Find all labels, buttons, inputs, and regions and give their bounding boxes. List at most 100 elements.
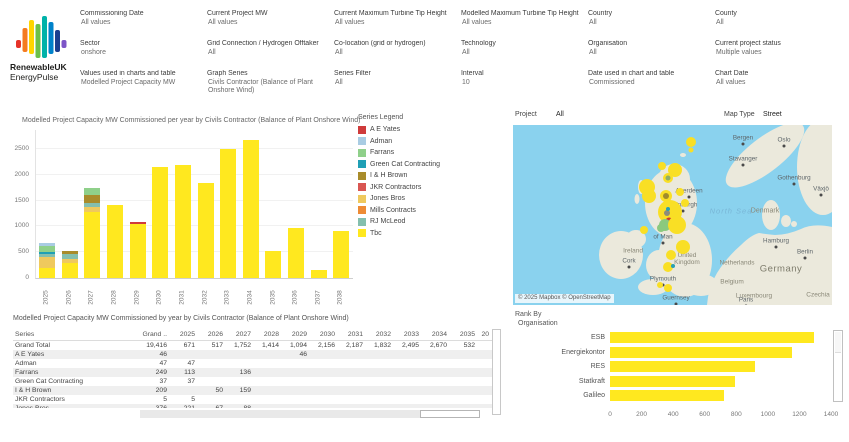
filter-current-maximum-turbine-tip-height[interactable]: Current Maximum Turbine Tip Height All va… <box>334 10 461 40</box>
filter-value[interactable]: Commissioned <box>588 79 707 88</box>
legend-item-rj-mcleod[interactable]: RJ McLeod <box>358 216 498 228</box>
map-cluster[interactable] <box>688 147 694 153</box>
map-cluster[interactable] <box>642 189 656 203</box>
map-cluster[interactable] <box>681 199 689 207</box>
bar-segment-tbc[interactable] <box>61 262 78 278</box>
bar-segment-tbc[interactable] <box>288 227 305 278</box>
bar-segment-tbc[interactable] <box>39 268 55 278</box>
legend-item-adman[interactable]: Adman <box>358 136 498 148</box>
rank-bar-res[interactable] <box>610 361 756 372</box>
bar-segment-tbc[interactable] <box>197 183 214 278</box>
filter-value[interactable]: All <box>588 19 707 28</box>
filter-co-location-grid-or-hydrogen[interactable]: Co-location (grid or hydrogen) All <box>334 40 461 70</box>
filter-organisation[interactable]: Organisation All <box>588 40 715 70</box>
legend-item-mills-contracts[interactable]: Mills Contracts <box>358 205 498 217</box>
filter-technology[interactable]: Technology All <box>461 40 588 70</box>
rank-bar-esb[interactable] <box>610 332 814 343</box>
map-cluster[interactable] <box>666 207 670 211</box>
map-type-value[interactable]: Street <box>763 111 782 118</box>
project-filter-value[interactable]: All <box>556 111 564 118</box>
filter-value[interactable]: Modelled Project Capacity MW <box>80 79 199 88</box>
filter-value[interactable]: 10 <box>461 79 580 88</box>
filter-series-filter[interactable]: Series Filter All <box>334 70 461 100</box>
filter-chart-date[interactable]: Chart Date All values <box>715 70 842 100</box>
legend-item-i-h-brown[interactable]: I & H Brown <box>358 170 498 182</box>
bar-segment-tbc[interactable] <box>84 211 101 278</box>
map-cluster[interactable] <box>666 250 676 260</box>
bar-segment-i-h-brown[interactable] <box>61 251 78 254</box>
bar-segment-i-h-brown[interactable] <box>84 194 101 203</box>
bar-segment-farrans[interactable] <box>84 187 101 195</box>
filter-value[interactable]: Civils Contractor (Balance of Plant Onsh… <box>207 79 326 96</box>
bar-segment-tbc[interactable] <box>152 166 169 278</box>
filter-value[interactable]: Multiple values <box>715 49 834 58</box>
rank-bar-energiekontor[interactable] <box>610 346 792 358</box>
rank-bar-statkraft[interactable] <box>610 375 735 387</box>
filter-graph-series[interactable]: Graph Series Civils Contractor (Balance o… <box>207 70 334 100</box>
legend-item-farrans[interactable]: Farrans <box>358 147 498 159</box>
map-cluster[interactable] <box>686 137 696 147</box>
filter-modelled-maximum-turbine-tip-height[interactable]: Modelled Maximum Turbine Tip Height All v… <box>461 10 588 40</box>
bar-segment-green-cat-contracting[interactable] <box>39 251 55 254</box>
filter-value[interactable]: All <box>588 49 707 58</box>
bar-segment-tbc[interactable] <box>220 149 237 278</box>
map-cluster[interactable] <box>663 193 669 199</box>
filter-value[interactable]: All <box>715 19 834 28</box>
table-v-scrollbar[interactable] <box>492 329 501 415</box>
bar-segment-tbc[interactable] <box>310 270 327 278</box>
bar-segment-tbc[interactable] <box>174 165 191 278</box>
filter-value[interactable]: All <box>334 49 453 58</box>
filter-value[interactable]: All <box>207 49 326 58</box>
bar-segment-jones-bros[interactable] <box>84 207 101 212</box>
filter-value[interactable]: All <box>461 49 580 58</box>
table-h-scrollbar[interactable] <box>140 410 480 418</box>
map-cluster[interactable] <box>657 282 663 288</box>
filter-grid-connection-hydrogen-offtaker[interactable]: Grid Connection / Hydrogen Offtaker All <box>207 40 334 70</box>
bar-segment-tbc[interactable] <box>129 223 146 278</box>
legend-item-tbc[interactable]: Tbc <box>358 228 498 240</box>
filter-value[interactable]: All values <box>715 79 834 88</box>
legend-item-green-cat-contracting[interactable]: Green Cat Contracting <box>358 159 498 171</box>
filter-value[interactable]: All values <box>461 19 580 28</box>
bar-segment-rj-mcleod[interactable] <box>84 202 101 208</box>
legend-item-a-e-yates[interactable]: A E Yates <box>358 124 498 136</box>
map-cluster[interactable] <box>665 175 671 181</box>
bar-segment-a-e-yates[interactable] <box>129 221 146 224</box>
map-cluster[interactable] <box>657 224 665 232</box>
filter-county[interactable]: County All <box>715 10 842 40</box>
filter-values-used-in-charts-and-table[interactable]: Values used in charts and table Modelled … <box>80 70 207 100</box>
legend-item-jones-bros[interactable]: Jones Bros <box>358 193 498 205</box>
filter-sector[interactable]: Sector onshore <box>80 40 207 70</box>
bar-segment-tbc[interactable] <box>333 230 350 278</box>
legend-item-jkr-contractors[interactable]: JKR Contractors <box>358 182 498 194</box>
filter-commissioning-date[interactable]: Commissioning Date All values <box>80 10 207 40</box>
map-cluster[interactable] <box>668 216 686 234</box>
bar-segment-rj-mcleod[interactable] <box>39 253 55 257</box>
bar-segment-rj-mcleod[interactable] <box>61 253 78 260</box>
rank-bar-galileo[interactable] <box>610 390 724 401</box>
filter-value[interactable]: All values <box>80 19 199 28</box>
map-cluster[interactable] <box>664 284 672 292</box>
filter-date-used-in-chart-and-table[interactable]: Date used in chart and table Commissioned <box>588 70 715 100</box>
map-cluster[interactable] <box>640 226 648 234</box>
filter-country[interactable]: Country All <box>588 10 715 40</box>
bar-segment-jones-bros[interactable] <box>39 256 55 269</box>
bar-segment-tbc[interactable] <box>242 140 259 278</box>
filter-value[interactable]: All values <box>207 19 326 28</box>
bar-segment-farrans[interactable] <box>39 245 55 252</box>
bar-segment-adman[interactable] <box>39 243 55 246</box>
filter-value[interactable]: All <box>334 79 453 88</box>
filter-value[interactable]: All values <box>334 19 453 28</box>
bar-segment-tbc[interactable] <box>265 250 282 278</box>
map-cluster[interactable] <box>676 188 684 196</box>
filter-interval[interactable]: Interval 10 <box>461 70 588 100</box>
map-cluster[interactable] <box>658 162 666 170</box>
filter-current-project-mw[interactable]: Current Project MW All values <box>207 10 334 40</box>
map-cluster[interactable] <box>676 240 690 254</box>
rank-scrollbar-thumb[interactable] <box>835 332 841 353</box>
bar-segment-tbc[interactable] <box>106 205 123 278</box>
filter-value[interactable]: onshore <box>80 49 199 58</box>
rank-scrollbar[interactable] <box>833 330 843 402</box>
map-canvas[interactable]: © 2025 Mapbox © OpenStreetMap Bergen Oslo… <box>513 125 832 305</box>
bar-segment-jones-bros[interactable] <box>61 259 78 263</box>
